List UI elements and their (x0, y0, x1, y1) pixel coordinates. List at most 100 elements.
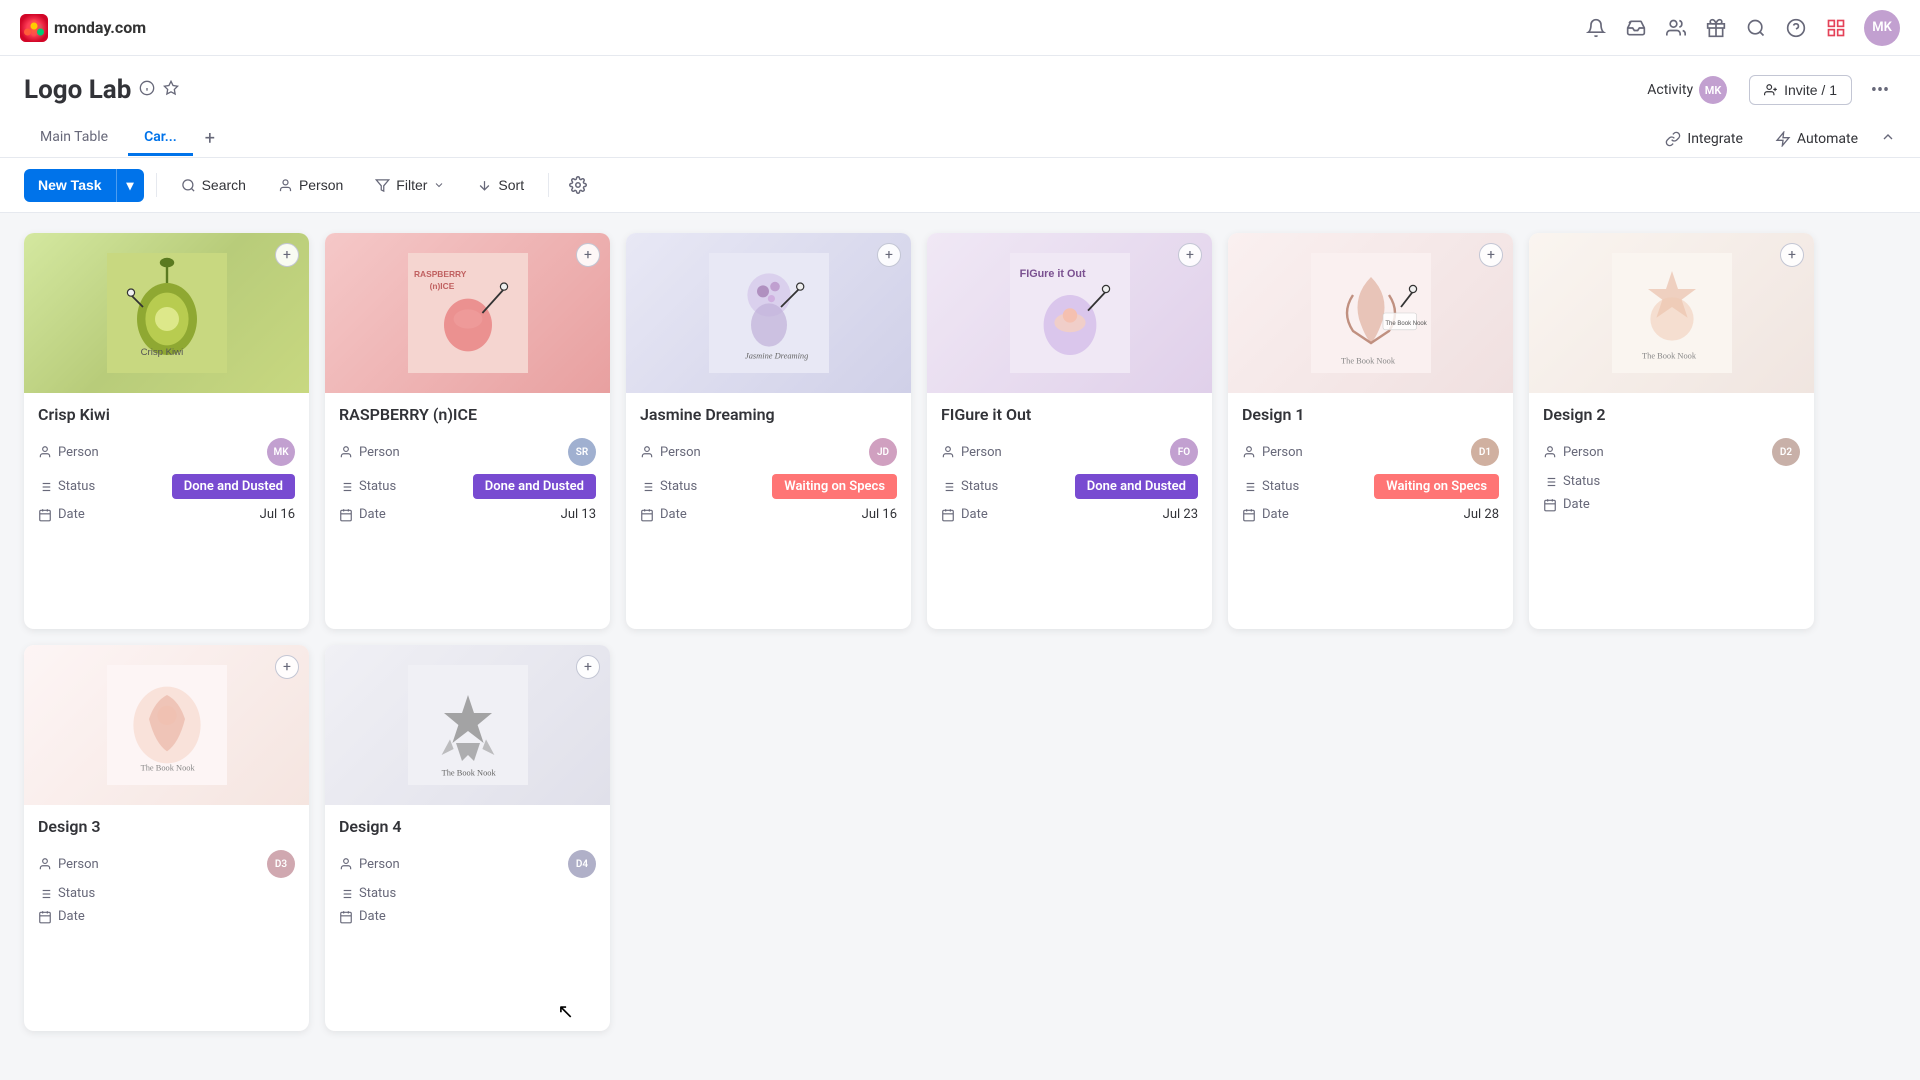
notifications-icon[interactable] (1584, 16, 1608, 40)
card-date-field-jasmine-dreaming: Date Jul 16 (640, 507, 897, 522)
status-label-design-1: Status (1242, 479, 1299, 494)
date-field-icon (1543, 498, 1557, 512)
search-label: Search (202, 177, 246, 193)
apps-icon[interactable] (1824, 16, 1848, 40)
card-design-4[interactable]: The Book Nook + ↖ Design 4 Person D4 Sta… (325, 645, 610, 1031)
status-label-design-3: Status (38, 886, 95, 901)
sort-button[interactable]: Sort (465, 171, 536, 199)
card-date-field-crisp-kiwi: Date Jul 16 (38, 507, 295, 522)
card-art-raspberry: RASPBERRY (n)ICE (325, 233, 610, 393)
person-field-icon (38, 445, 52, 459)
card-image-raspberry: RASPBERRY (n)ICE (325, 233, 610, 393)
card-body-raspberry: RASPBERRY (n)ICE Person SR Status Done a… (325, 393, 610, 544)
activity-button[interactable]: Activity MK (1637, 70, 1737, 110)
tabs-right: Integrate Automate (1655, 125, 1896, 153)
top-nav-left: monday.com (20, 14, 146, 42)
card-design-2[interactable]: The Book Nook + Design 2 Person D2 Statu… (1529, 233, 1814, 629)
card-jasmine-dreaming[interactable]: Jasmine Dreaming + Jasmine Dreaming Pers… (626, 233, 911, 629)
date-field-icon (339, 910, 353, 924)
gift-icon[interactable] (1704, 16, 1728, 40)
card-status-field-design-4: Status (339, 886, 596, 901)
card-status-field-design-2: Status (1543, 474, 1800, 489)
card-add-button-raspberry[interactable]: + (576, 243, 600, 267)
star-icon[interactable] (163, 80, 179, 100)
card-add-button-figure-it-out[interactable]: + (1178, 243, 1202, 267)
toolbar-divider-1 (156, 173, 157, 197)
status-field-icon (339, 480, 353, 494)
person-label-crisp-kiwi: Person (38, 445, 99, 460)
filter-button[interactable]: Filter (363, 171, 457, 199)
card-figure-it-out[interactable]: FIGure it Out + FIGure it Out Person FO … (927, 233, 1212, 629)
sort-icon (477, 178, 492, 193)
user-avatar[interactable]: MK (1864, 10, 1900, 46)
tab-cards[interactable]: Car... (128, 121, 193, 156)
card-crisp-kiwi[interactable]: Crisp Kiwi + Crisp Kiwi Person MK Status… (24, 233, 309, 629)
date-value-raspberry: Jul 13 (561, 507, 596, 522)
person-avatar-design-3: D3 (267, 850, 295, 878)
person-avatar-design-4: D4 (568, 850, 596, 878)
inbox-icon[interactable] (1624, 16, 1648, 40)
card-add-button-design-4[interactable]: + (576, 655, 600, 679)
new-task-label: New Task (24, 169, 116, 201)
card-raspberry[interactable]: RASPBERRY (n)ICE + RASPBERRY (n)ICE Pers… (325, 233, 610, 629)
status-field-icon (640, 480, 654, 494)
new-task-button[interactable]: New Task ▾ (24, 169, 144, 202)
card-design-1[interactable]: The Book Nook The Book Nook + Design 1 P… (1228, 233, 1513, 629)
card-person-field-raspberry: Person SR (339, 438, 596, 466)
new-task-dropdown-arrow[interactable]: ▾ (116, 169, 144, 202)
filter-icon (375, 178, 390, 193)
search-button[interactable]: Search (169, 171, 258, 199)
person-avatar-crisp-kiwi: MK (267, 438, 295, 466)
card-add-button-crisp-kiwi[interactable]: + (275, 243, 299, 267)
tab-main-table[interactable]: Main Table (24, 121, 124, 156)
date-field-icon (640, 508, 654, 522)
card-person-field-design-2: Person D2 (1543, 438, 1800, 466)
activity-avatar: MK (1699, 76, 1727, 104)
card-date-field-design-2: Date (1543, 497, 1800, 512)
info-icon[interactable] (139, 80, 155, 100)
person-label-figure-it-out: Person (941, 445, 1002, 460)
card-image-figure-it-out: FIGure it Out (927, 233, 1212, 393)
card-add-button-design-2[interactable]: + (1780, 243, 1804, 267)
card-date-field-design-4: Date (339, 909, 596, 924)
collapse-button[interactable] (1880, 129, 1896, 149)
search-nav-icon[interactable] (1744, 16, 1768, 40)
card-add-button-design-3[interactable]: + (275, 655, 299, 679)
status-label-design-4: Status (339, 886, 396, 901)
status-badge-jasmine-dreaming: Waiting on Specs (772, 474, 897, 499)
help-icon[interactable] (1784, 16, 1808, 40)
person-label-design-1: Person (1242, 445, 1303, 460)
card-add-button-design-1[interactable]: + (1479, 243, 1503, 267)
cursor-icon: ↖ (557, 999, 574, 1023)
card-design-3[interactable]: The Book Nook + Design 3 Person D3 Statu… (24, 645, 309, 1031)
date-field-icon (1242, 508, 1256, 522)
integrate-button[interactable]: Integrate (1655, 125, 1753, 153)
more-options-button[interactable]: ••• (1864, 74, 1896, 106)
card-date-field-figure-it-out: Date Jul 23 (941, 507, 1198, 522)
status-label-raspberry: Status (339, 479, 396, 494)
person-avatar-design-2: D2 (1772, 438, 1800, 466)
invite-people-icon[interactable] (1664, 16, 1688, 40)
person-field-icon (1242, 445, 1256, 459)
add-tab-button[interactable]: + (197, 120, 223, 157)
status-badge-raspberry: Done and Dusted (473, 474, 596, 499)
invite-button[interactable]: Invite / 1 (1749, 75, 1852, 105)
card-title-jasmine-dreaming: Jasmine Dreaming (640, 405, 897, 424)
person-avatar-design-1: D1 (1471, 438, 1499, 466)
date-label-figure-it-out: Date (941, 507, 988, 522)
date-label-design-3: Date (38, 909, 85, 924)
status-field-icon (1543, 475, 1557, 489)
card-add-button-jasmine-dreaming[interactable]: + (877, 243, 901, 267)
svg-text:The Book Nook: The Book Nook (140, 764, 195, 773)
board-name: Logo Lab (24, 75, 131, 105)
card-art-crisp-kiwi: Crisp Kiwi (24, 233, 309, 393)
card-image-design-4: The Book Nook (325, 645, 610, 805)
card-status-field-raspberry: Status Done and Dusted (339, 474, 596, 499)
settings-icon (569, 176, 587, 194)
settings-button[interactable] (561, 168, 595, 202)
cards-container: Crisp Kiwi + Crisp Kiwi Person MK Status… (0, 213, 1920, 1051)
automate-button[interactable]: Automate (1765, 125, 1868, 153)
person-button[interactable]: Person (266, 171, 355, 199)
logo[interactable]: monday.com (20, 14, 146, 42)
svg-text:RASPBERRY: RASPBERRY (414, 269, 467, 279)
